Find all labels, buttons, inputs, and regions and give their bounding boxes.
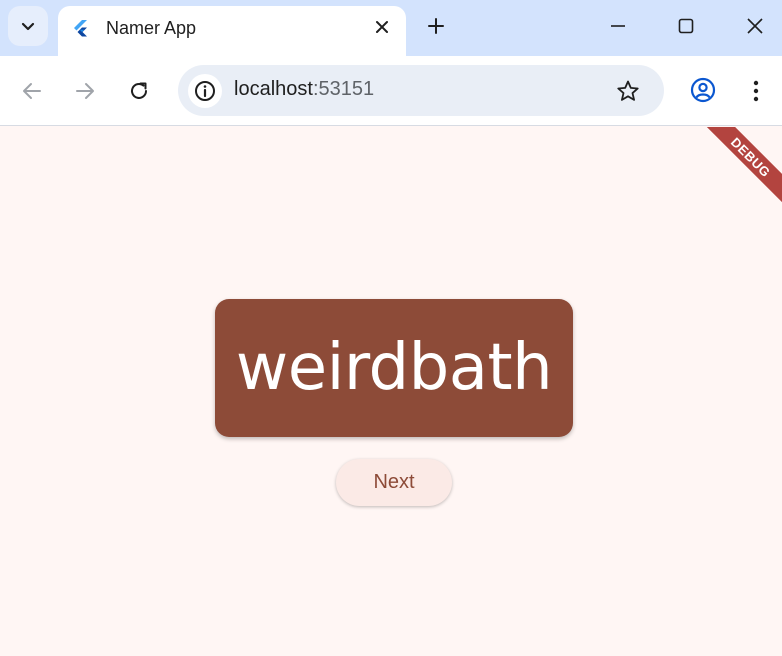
profile-button[interactable] xyxy=(688,75,718,105)
close-icon xyxy=(376,21,388,33)
url-text: localhost:53151 xyxy=(234,78,374,101)
arrow-left-icon xyxy=(23,83,41,99)
more-vertical-icon xyxy=(753,80,759,102)
address-bar[interactable]: localhost:53151 xyxy=(178,65,664,116)
browser-toolbar: localhost:53151 xyxy=(0,56,782,126)
info-icon xyxy=(195,81,215,101)
word-pair-text: weirdbath xyxy=(235,331,553,405)
minimize-icon xyxy=(611,25,625,27)
reload-button[interactable] xyxy=(123,75,155,107)
forward-button[interactable] xyxy=(69,75,101,107)
flutter-icon xyxy=(74,20,87,37)
url-host: localhost xyxy=(234,78,313,100)
minimize-button[interactable] xyxy=(604,12,632,40)
chevron-down-icon xyxy=(21,22,35,31)
maximize-icon xyxy=(678,18,694,34)
bookmark-button[interactable] xyxy=(614,77,642,105)
close-icon xyxy=(747,18,763,34)
window-close-button[interactable] xyxy=(741,12,769,40)
maximize-button[interactable] xyxy=(672,12,700,40)
site-info-button[interactable] xyxy=(188,74,222,108)
star-icon xyxy=(617,80,639,101)
back-button[interactable] xyxy=(16,75,48,107)
account-circle-icon xyxy=(690,77,716,103)
browser-tab[interactable]: Namer App xyxy=(58,6,406,56)
word-pair-card: weirdbath xyxy=(215,299,573,437)
browser-titlebar: Namer App xyxy=(0,0,782,56)
browser-menu-button[interactable] xyxy=(744,75,768,107)
url-port: :53151 xyxy=(312,78,375,100)
arrow-right-icon xyxy=(76,83,94,99)
new-tab-button[interactable] xyxy=(422,12,450,40)
tab-search-button[interactable] xyxy=(8,6,48,46)
debug-ribbon: DEBUG xyxy=(690,127,782,218)
app-viewport: weirdbath Next DEBUG xyxy=(0,127,782,656)
plus-icon xyxy=(428,18,444,34)
tab-title: Namer App xyxy=(106,18,197,38)
tab-close-button[interactable] xyxy=(370,15,394,39)
reload-icon xyxy=(131,82,147,99)
next-button[interactable]: Next xyxy=(336,459,452,506)
